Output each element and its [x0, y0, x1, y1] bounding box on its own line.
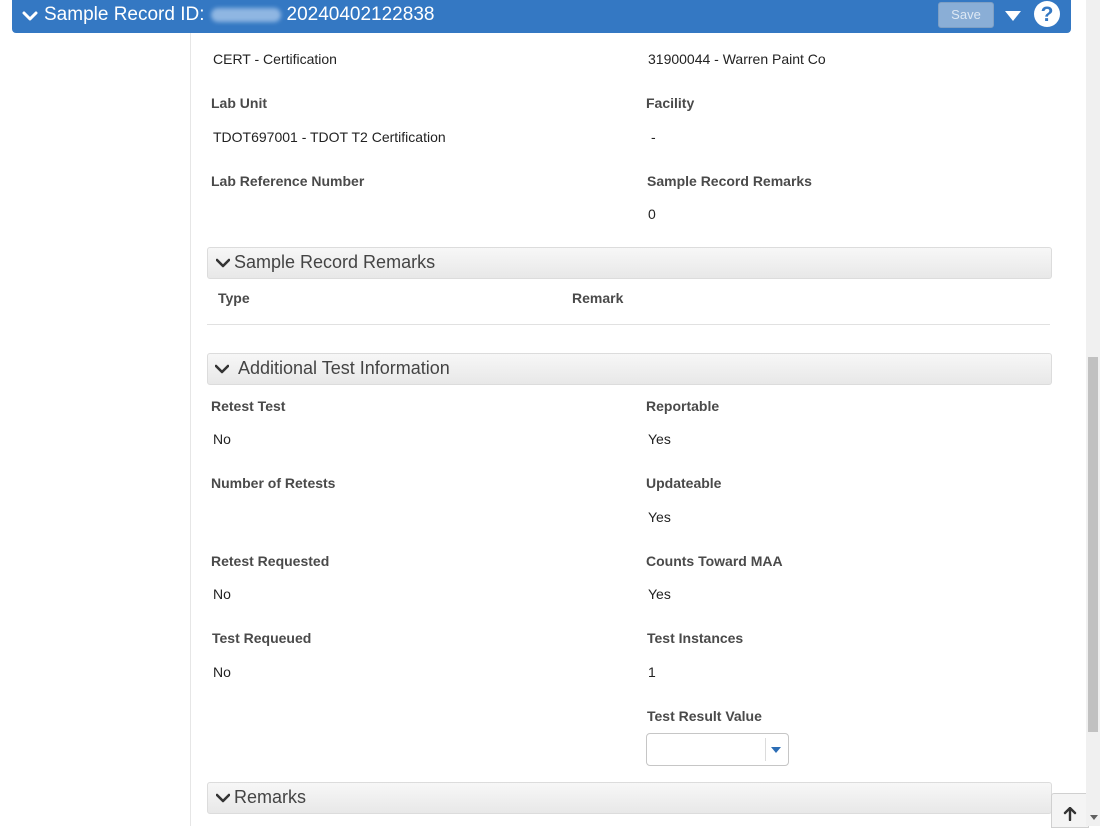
test-requeued-value: No	[213, 664, 231, 680]
lab-unit-value: TDOT697001 - TDOT T2 Certification	[213, 129, 446, 145]
retest-requested-label: Retest Requested	[211, 553, 330, 569]
counts-toward-maa-label: Counts Toward MAA	[646, 553, 783, 569]
counts-toward-maa-value: Yes	[648, 586, 671, 602]
test-instances-value: 1	[648, 664, 656, 680]
reportable-label: Reportable	[646, 398, 720, 414]
scroll-down-arrow-icon[interactable]	[1090, 815, 1098, 820]
additional-test-info-section[interactable]: Additional Test Information	[207, 353, 1052, 385]
content-panel	[190, 0, 1088, 826]
record-id: 20240402122838	[286, 4, 435, 25]
remarks-count-value: 0	[648, 206, 656, 222]
chevron-down-icon	[215, 364, 229, 374]
section-title: Remarks	[234, 787, 307, 807]
save-button[interactable]: Save	[938, 2, 994, 28]
reportable-value: Yes	[648, 431, 671, 447]
updateable-value: Yes	[648, 509, 671, 525]
help-icon[interactable]: ?	[1033, 0, 1061, 28]
remarks-section[interactable]: Remarks	[207, 782, 1052, 814]
back-to-top-button[interactable]	[1051, 793, 1089, 828]
caret-down-icon[interactable]	[1004, 10, 1022, 22]
test-result-value-label: Test Result Value	[647, 708, 762, 724]
page-title: Sample Record ID: 20240402122838	[44, 3, 434, 27]
arrow-up-icon	[1063, 807, 1077, 821]
section-title: Additional Test Information	[238, 358, 450, 378]
lab-unit-label: Lab Unit	[211, 95, 267, 111]
test-instances-label: Test Instances	[647, 630, 744, 646]
help-symbol: ?	[1041, 3, 1054, 26]
column-header-remark[interactable]: Remark	[572, 290, 623, 306]
test-requeued-label: Test Requeued	[212, 630, 312, 646]
chevron-down-icon[interactable]	[22, 7, 38, 25]
redacted-blur	[210, 7, 281, 22]
facility-label: Facility	[646, 95, 695, 111]
column-header-type[interactable]: Type	[218, 290, 250, 306]
retest-test-value: No	[213, 431, 231, 447]
remarks-count-label: Sample Record Remarks	[647, 173, 812, 189]
lab-reference-label: Lab Reference Number	[211, 173, 365, 189]
number-of-retests-label: Number of Retests	[211, 475, 336, 491]
vendor-value: 31900044 - Warren Paint Co	[648, 51, 826, 67]
table-divider	[207, 324, 1050, 325]
facility-value: -	[651, 129, 656, 145]
chevron-down-icon	[216, 793, 230, 803]
retest-requested-value: No	[213, 586, 231, 602]
test-result-value-select[interactable]	[646, 733, 789, 766]
updateable-label: Updateable	[646, 475, 722, 491]
cert-value: CERT - Certification	[213, 51, 337, 67]
sample-record-header: Sample Record ID: 20240402122838 Save ?	[12, 0, 1071, 33]
sample-record-remarks-section[interactable]: Sample Record Remarks	[207, 247, 1052, 279]
chevron-down-icon	[216, 258, 230, 268]
left-gutter	[0, 0, 190, 826]
select-divider	[765, 738, 766, 761]
retest-test-label: Retest Test	[211, 398, 286, 414]
section-title: Sample Record Remarks	[234, 252, 436, 272]
header-title-prefix: Sample Record ID:	[44, 4, 205, 25]
scrollbar-thumb[interactable]	[1088, 357, 1098, 732]
caret-down-icon[interactable]	[771, 747, 781, 753]
